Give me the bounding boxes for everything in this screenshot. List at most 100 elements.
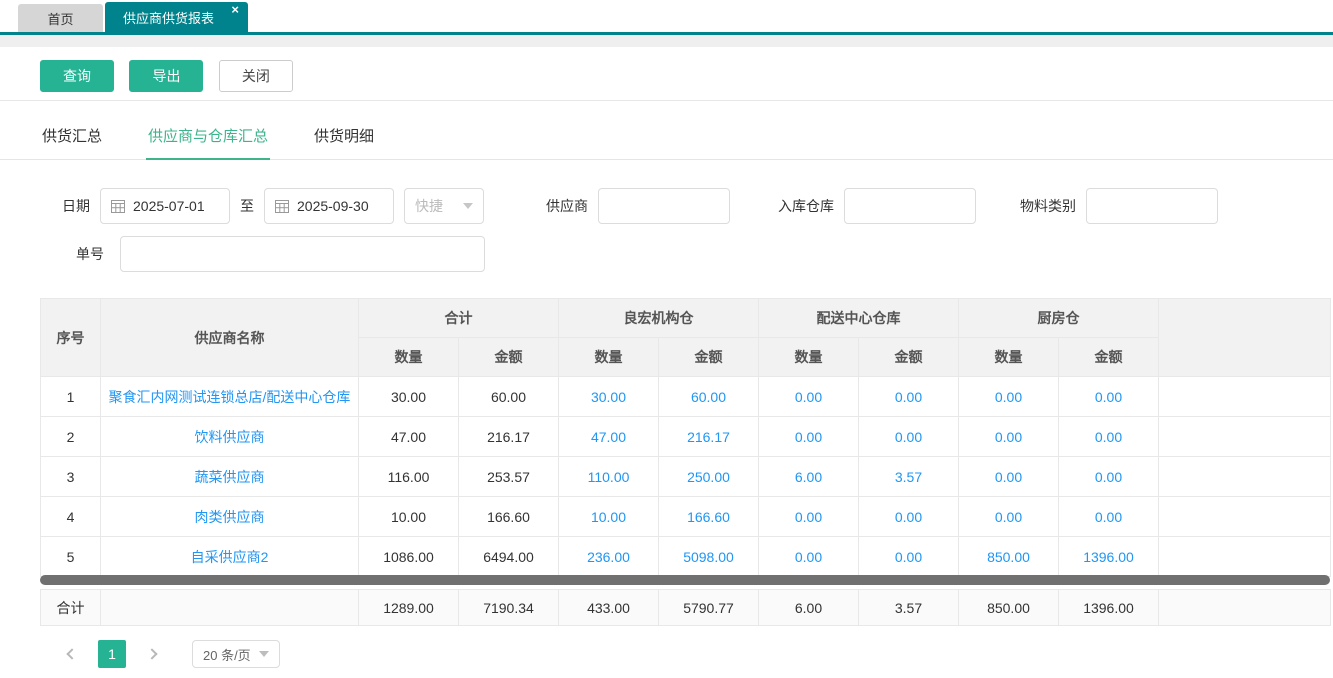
page-number-button[interactable]: 1 bbox=[98, 640, 126, 668]
cell-warehouse-value[interactable]: 0.00 bbox=[758, 496, 859, 537]
subcol-qty: 数量 bbox=[758, 337, 859, 377]
cell-warehouse-value[interactable]: 5098.00 bbox=[658, 536, 759, 577]
supplier-name-link[interactable]: 肉类供应商 bbox=[100, 496, 359, 537]
cell-warehouse-value[interactable]: 0.00 bbox=[758, 376, 859, 417]
cell-warehouse-value[interactable]: 0.00 bbox=[758, 536, 859, 577]
tab-supply-summary[interactable]: 供货汇总 bbox=[40, 125, 104, 159]
toolbar: 查询 导出 关闭 bbox=[0, 47, 1333, 101]
cell-warehouse-value[interactable]: 0.00 bbox=[1058, 496, 1159, 537]
table-row: 5 自采供应商2 1086.00 6494.00 236.00 5098.00 0.00… bbox=[40, 536, 1331, 577]
export-button[interactable]: 导出 bbox=[129, 60, 204, 92]
cell-warehouse-value[interactable]: 216.17 bbox=[658, 416, 759, 457]
cell-empty bbox=[1158, 536, 1331, 577]
supplier-name-link[interactable]: 自采供应商2 bbox=[100, 536, 359, 577]
chevron-right-icon bbox=[146, 648, 158, 660]
totals-value: 7190.34 bbox=[458, 589, 559, 626]
cell-warehouse-value[interactable]: 0.00 bbox=[958, 496, 1059, 537]
cell-warehouse-value[interactable]: 30.00 bbox=[558, 376, 659, 417]
cell-warehouse-value[interactable]: 110.00 bbox=[558, 456, 659, 497]
cell-warehouse-value[interactable]: 1396.00 bbox=[1058, 536, 1159, 577]
supplier-name-link[interactable]: 饮料供应商 bbox=[100, 416, 359, 457]
cell-warehouse-value[interactable]: 0.00 bbox=[958, 416, 1059, 457]
date-to-input[interactable]: 2025-09-30 bbox=[264, 188, 394, 224]
cell-warehouse-value[interactable]: 47.00 bbox=[558, 416, 659, 457]
tab-supply-detail[interactable]: 供货明细 bbox=[312, 125, 376, 159]
window-tab-home-label: 首页 bbox=[47, 11, 74, 27]
chevron-down-icon bbox=[258, 651, 269, 657]
prev-page-button[interactable] bbox=[60, 640, 84, 668]
cell-total-qty: 1086.00 bbox=[358, 536, 459, 577]
cell-warehouse-value[interactable]: 10.00 bbox=[558, 496, 659, 537]
cell-warehouse-value[interactable]: 236.00 bbox=[558, 536, 659, 577]
material-category-input[interactable] bbox=[1086, 188, 1218, 224]
cell-warehouse-value[interactable]: 0.00 bbox=[858, 416, 959, 457]
cell-total-amt: 166.60 bbox=[458, 496, 559, 537]
pagination: 1 20 条/页 bbox=[0, 626, 1333, 668]
date-to-value: 2025-09-30 bbox=[297, 198, 369, 214]
cell-warehouse-value[interactable]: 850.00 bbox=[958, 536, 1059, 577]
hscroll-track bbox=[0, 575, 1333, 589]
cell-empty bbox=[1158, 496, 1331, 537]
next-page-button[interactable] bbox=[140, 640, 164, 668]
window-tab-report[interactable]: 供应商供货报表 × bbox=[105, 2, 249, 32]
col-empty bbox=[1158, 298, 1331, 377]
group-distribution-warehouse: 配送中心仓库 bbox=[758, 298, 959, 338]
date-to-separator: 至 bbox=[240, 198, 254, 214]
supplier-label: 供应商 bbox=[546, 198, 588, 214]
cell-warehouse-value[interactable]: 0.00 bbox=[958, 376, 1059, 417]
window-tab-home[interactable]: 首页 bbox=[18, 4, 103, 32]
cell-warehouse-value[interactable]: 166.60 bbox=[658, 496, 759, 537]
cell-warehouse-value[interactable]: 0.00 bbox=[1058, 376, 1159, 417]
subcol-qty: 数量 bbox=[358, 337, 459, 377]
cell-total-qty: 47.00 bbox=[358, 416, 459, 457]
cell-warehouse-value[interactable]: 0.00 bbox=[1058, 416, 1159, 457]
totals-empty-name bbox=[100, 589, 359, 626]
chevron-down-icon bbox=[463, 203, 473, 209]
col-supplier-name: 供应商名称 bbox=[100, 298, 359, 377]
tab-supplier-warehouse-summary[interactable]: 供应商与仓库汇总 bbox=[146, 125, 271, 160]
warehouse-label: 入库仓库 bbox=[778, 198, 834, 214]
cell-warehouse-value[interactable]: 6.00 bbox=[758, 456, 859, 497]
cell-warehouse-value[interactable]: 0.00 bbox=[858, 496, 959, 537]
subcol-amt: 金额 bbox=[858, 337, 959, 377]
close-button[interactable]: 关闭 bbox=[218, 60, 293, 92]
table-row: 1 聚食汇内网测试连锁总店/配送中心仓库 30.00 60.00 30.00 60.0… bbox=[40, 376, 1331, 417]
cell-empty bbox=[1158, 416, 1331, 457]
cell-warehouse-value[interactable]: 250.00 bbox=[658, 456, 759, 497]
order-no-label: 单号 bbox=[76, 246, 104, 262]
cell-warehouse-value[interactable]: 0.00 bbox=[1058, 456, 1159, 497]
subcol-amt: 金额 bbox=[1058, 337, 1159, 377]
totals-row: 合计 1289.00 7190.34 433.00 5790.77 6.00 3.57 85… bbox=[40, 589, 1331, 626]
cell-total-amt: 60.00 bbox=[458, 376, 559, 417]
cell-empty bbox=[1158, 589, 1331, 626]
cell-warehouse-value[interactable]: 0.00 bbox=[758, 416, 859, 457]
totals-value: 3.57 bbox=[858, 589, 959, 626]
totals-wrap: 合计 1289.00 7190.34 433.00 5790.77 6.00 3.57 85… bbox=[0, 589, 1333, 626]
page-size-dropdown[interactable]: 20 条/页 bbox=[192, 640, 280, 668]
cell-empty bbox=[1158, 376, 1331, 417]
totals-value: 6.00 bbox=[758, 589, 859, 626]
supplier-name-link[interactable]: 聚食汇内网测试连锁总店/配送中心仓库 bbox=[100, 376, 359, 417]
cell-warehouse-value[interactable]: 0.00 bbox=[858, 376, 959, 417]
date-from-input[interactable]: 2025-07-01 bbox=[100, 188, 230, 224]
subcol-amt: 金额 bbox=[458, 337, 559, 377]
order-no-input[interactable] bbox=[120, 236, 485, 272]
horizontal-scrollbar[interactable] bbox=[40, 575, 1330, 585]
cell-warehouse-value[interactable]: 0.00 bbox=[958, 456, 1059, 497]
cell-warehouse-value[interactable]: 0.00 bbox=[858, 536, 959, 577]
cell-warehouse-value[interactable]: 3.57 bbox=[858, 456, 959, 497]
quick-range-dropdown[interactable]: 快捷 bbox=[404, 188, 484, 224]
chevron-left-icon bbox=[66, 648, 78, 660]
totals-value: 1289.00 bbox=[358, 589, 459, 626]
window-tab-bar: 首页 供应商供货报表 × bbox=[0, 0, 1333, 35]
close-tab-icon[interactable]: × bbox=[231, 3, 239, 17]
supplier-name-link[interactable]: 蔬菜供应商 bbox=[100, 456, 359, 497]
supplier-input[interactable] bbox=[598, 188, 730, 224]
totals-label: 合计 bbox=[40, 589, 101, 626]
group-lianghong-warehouse: 良宏机构仓 bbox=[558, 298, 759, 338]
row-index: 1 bbox=[40, 376, 101, 417]
query-button[interactable]: 查询 bbox=[40, 60, 114, 92]
cell-warehouse-value[interactable]: 60.00 bbox=[658, 376, 759, 417]
warehouse-input[interactable] bbox=[844, 188, 976, 224]
group-kitchen-warehouse: 厨房仓 bbox=[958, 298, 1159, 338]
